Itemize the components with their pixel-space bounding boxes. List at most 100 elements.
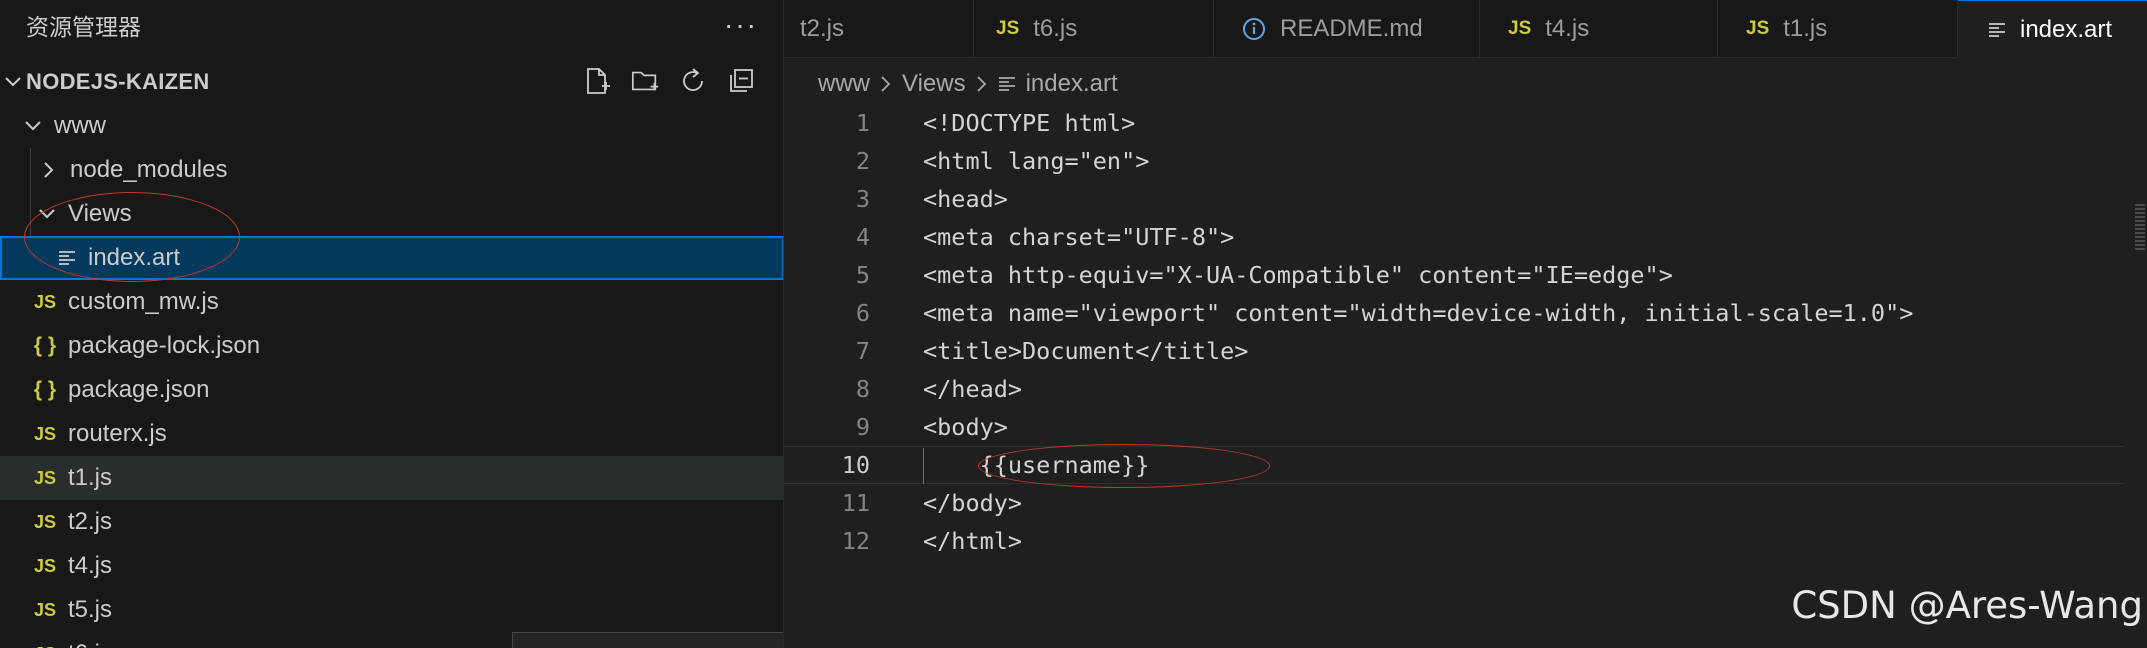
file-tree: www node_modules Views index.art JS cust… (0, 104, 783, 648)
breadcrumb-item-www[interactable]: www (818, 70, 870, 98)
line-number: 5 (855, 261, 870, 289)
line-number: 8 (855, 375, 870, 403)
text-file-icon (998, 75, 1016, 93)
line-text: <meta charset="UTF-8"> (923, 223, 1235, 251)
code-line[interactable]: 11 </body> (784, 484, 2124, 522)
line-text: <!DOCTYPE html> (923, 109, 1136, 137)
tree-file-package-lock[interactable]: { } package-lock.json (0, 324, 783, 368)
tab-t4-js[interactable]: JS t4.js (1480, 0, 1718, 58)
refresh-icon[interactable] (678, 66, 708, 96)
code-line[interactable]: 6 <meta name="viewport" content="width=d… (784, 294, 2124, 332)
chevron-right-icon (880, 75, 892, 93)
tree-file-routerx[interactable]: JS routerx.js (0, 412, 783, 456)
more-actions-icon[interactable]: ··· (724, 11, 758, 39)
indent-guide (30, 192, 31, 236)
watermark: CSDN @Ares-Wang (1791, 584, 2143, 627)
tab-t1-js[interactable]: JS t1.js (1718, 0, 1958, 58)
chevron-down-icon (36, 208, 58, 220)
new-file-icon[interactable] (582, 66, 612, 96)
tree-file-custom-mw[interactable]: JS custom_mw.js (0, 280, 783, 324)
breadcrumb: www Views index.art (818, 64, 1118, 104)
line-text: {{username}} (923, 451, 1150, 479)
minimap[interactable] (2135, 204, 2145, 250)
javascript-file-icon: JS (1746, 18, 1770, 39)
line-text: </html> (923, 527, 1023, 555)
tree-file-t4[interactable]: JS t4.js (0, 544, 783, 588)
tab-t2-js[interactable]: t2.js (784, 0, 974, 58)
collapse-all-icon[interactable] (726, 66, 756, 96)
tree-item-label: t2.js (68, 508, 113, 535)
line-number: 2 (855, 147, 870, 175)
javascript-file-icon: JS (33, 467, 57, 488)
tab-label: t2.js (800, 15, 845, 42)
javascript-file-icon: JS (32, 644, 58, 648)
tree-folder-views[interactable]: Views (0, 192, 783, 236)
tree-item-label: routerx.js (68, 420, 167, 447)
line-text: <body> (923, 413, 1008, 441)
text-file-icon (1988, 21, 2006, 39)
tab-label: README.md (1280, 15, 1423, 42)
chevron-down-icon (0, 76, 26, 88)
code-line[interactable]: 12 </html> (784, 522, 2124, 560)
tree-file-t5[interactable]: JS t5.js (0, 588, 783, 632)
explorer-title: 资源管理器 (26, 14, 141, 40)
new-folder-icon[interactable] (630, 66, 660, 96)
line-text: <html lang="en"> (923, 147, 1150, 175)
explorer-actions (582, 66, 756, 96)
line-text: <meta http-equiv="X-UA-Compatible" conte… (923, 261, 1673, 289)
code-line[interactable]: 1 <!DOCTYPE html> (784, 104, 2124, 142)
indent-guide (923, 448, 924, 484)
tree-file-t1[interactable]: JS t1.js (0, 456, 783, 500)
javascript-file-icon: JS (33, 423, 57, 444)
tree-file-t2[interactable]: JS t2.js (0, 500, 783, 544)
code-line[interactable]: 3 <head> (784, 180, 2124, 218)
tree-item-label: Views (68, 200, 132, 227)
line-number: 12 (841, 527, 870, 555)
line-number: 11 (841, 489, 870, 517)
explorer-sidebar: 资源管理器 ··· NODEJS-KAIZEN www node_modules… (0, 0, 784, 648)
code-line[interactable]: 9 <body> (784, 408, 2124, 446)
line-number: 1 (855, 109, 870, 137)
line-number: 6 (855, 299, 870, 327)
tree-item-label: index.art (88, 244, 181, 271)
code-editor[interactable]: 1 <!DOCTYPE html> 2 <html lang="en"> 3 <… (784, 104, 2147, 648)
line-text: <title>Document</title> (923, 337, 1249, 365)
tab-readme-md[interactable]: README.md (1214, 0, 1480, 58)
tree-item-label: node_modules (70, 156, 228, 183)
editor-tab-bar: t2.js JS t6.js README.md JS t4.js JS t1.… (784, 0, 2147, 58)
tree-item-label: t4.js (68, 552, 113, 579)
tab-label: t6.js (1033, 15, 1078, 42)
tab-t6-js[interactable]: JS t6.js (974, 0, 1214, 58)
line-text: <meta name="viewport" content="width=dev… (923, 299, 1914, 327)
json-file-icon: { } (33, 378, 57, 401)
line-text: </body> (923, 489, 1023, 517)
tree-item-label: t6.js (68, 640, 112, 648)
javascript-file-icon: JS (33, 555, 57, 576)
code-line-current[interactable]: 10 {{username}} (784, 446, 2124, 484)
tree-item-label: custom_mw.js (68, 288, 219, 315)
breadcrumb-item-views[interactable]: Views (902, 70, 966, 98)
tab-index-art[interactable]: index.art (1958, 0, 2147, 58)
javascript-file-icon: JS (33, 511, 57, 532)
workspace-section-header[interactable]: NODEJS-KAIZEN (0, 60, 783, 104)
javascript-file-icon: JS (996, 18, 1020, 39)
tree-item-label: t5.js (68, 596, 113, 623)
tree-file-index-art[interactable]: index.art (0, 236, 783, 280)
chevron-down-icon (22, 120, 44, 132)
info-icon (1242, 17, 1266, 41)
tab-label: t4.js (1545, 15, 1590, 42)
tree-folder-www[interactable]: www (0, 104, 783, 148)
code-line[interactable]: 7 <title>Document</title> (784, 332, 2124, 370)
tree-item-label: t1.js (68, 464, 113, 491)
breadcrumb-item-index-art[interactable]: index.art (1026, 70, 1118, 98)
json-file-icon: { } (33, 334, 57, 357)
tree-item-label: package.json (68, 376, 210, 403)
tree-item-label: package-lock.json (68, 332, 261, 359)
code-line[interactable]: 5 <meta http-equiv="X-UA-Compatible" con… (784, 256, 2124, 294)
code-line[interactable]: 2 <html lang="en"> (784, 142, 2124, 180)
code-line[interactable]: 8 </head> (784, 370, 2124, 408)
tree-item-label: www (54, 112, 106, 139)
tree-file-package-json[interactable]: { } package.json (0, 368, 783, 412)
tree-folder-node-modules[interactable]: node_modules (0, 148, 783, 192)
code-line[interactable]: 4 <meta charset="UTF-8"> (784, 218, 2124, 256)
